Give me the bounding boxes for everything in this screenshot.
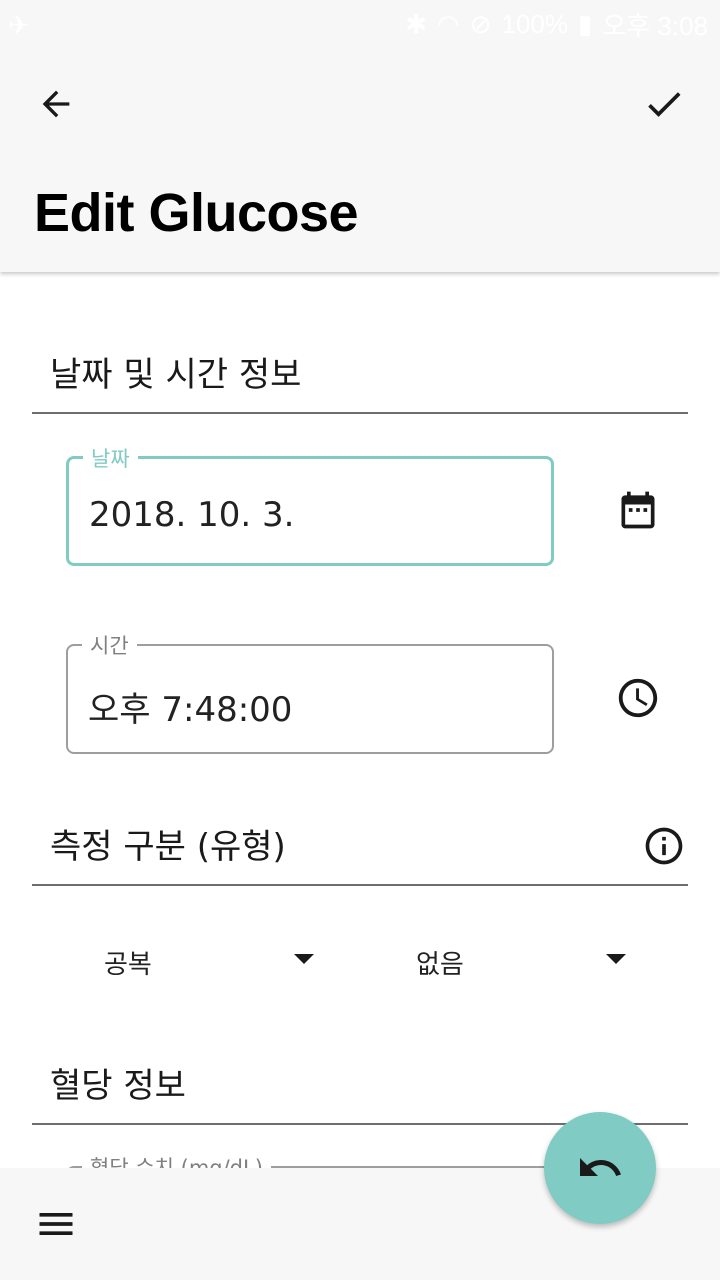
bluetooth-icon: ✱ bbox=[405, 8, 428, 39]
meal-state-selected: 공복 bbox=[104, 950, 152, 980]
clock-icon bbox=[618, 678, 658, 718]
time-field[interactable]: 시간 오후 7:48:00 bbox=[66, 630, 554, 754]
battery-text: 100% bbox=[501, 8, 569, 39]
undo-fab[interactable] bbox=[544, 1112, 656, 1224]
save-button[interactable] bbox=[632, 72, 696, 136]
back-button[interactable] bbox=[24, 72, 88, 136]
time-field-label: 시간 bbox=[82, 630, 137, 660]
section-datetime-label: 날짜 및 시간 정보 bbox=[50, 355, 302, 395]
info-icon bbox=[645, 827, 683, 865]
section-measurement: 측정 구분 (유형) bbox=[32, 802, 688, 886]
extra-selected: 없음 bbox=[416, 950, 464, 980]
menu-button[interactable] bbox=[24, 1192, 88, 1256]
dropdown-arrow-icon bbox=[606, 954, 626, 964]
section-datetime: 날짜 및 시간 정보 bbox=[32, 330, 688, 414]
do-not-disturb-icon: ⊘ bbox=[469, 8, 492, 39]
status-clock: 오후 3:08 bbox=[602, 10, 708, 41]
date-field[interactable]: 날짜 2018. 10. 3. bbox=[66, 443, 554, 566]
time-picker-button[interactable] bbox=[606, 666, 670, 730]
app-bar: ✈ ✱ ◠ ⊘ 100% ▮ 오후 3:08 Edit Glucose bbox=[0, 0, 720, 272]
notification-icon: ✈ bbox=[8, 10, 30, 40]
status-bar: ✈ ✱ ◠ ⊘ 100% ▮ 오후 3:08 bbox=[0, 0, 720, 48]
undo-icon bbox=[580, 1158, 621, 1176]
battery-icon: ▮ bbox=[578, 8, 593, 39]
date-field-value: 2018. 10. 3. bbox=[89, 495, 295, 535]
menu-icon bbox=[39, 1213, 73, 1235]
info-button[interactable] bbox=[632, 814, 696, 878]
section-measurement-label: 측정 구분 (유형) bbox=[50, 827, 286, 867]
date-picker-button[interactable] bbox=[606, 478, 670, 542]
extra-dropdown[interactable]: 없음 bbox=[416, 930, 626, 990]
arrow-left-icon bbox=[42, 90, 70, 118]
dropdown-arrow-icon bbox=[294, 954, 314, 964]
page-title: Edit Glucose bbox=[34, 183, 359, 243]
meal-state-dropdown[interactable]: 공복 bbox=[104, 930, 314, 990]
section-glucose-label: 혈당 정보 bbox=[50, 1066, 186, 1106]
wifi-icon: ◠ bbox=[437, 8, 460, 39]
calendar-icon bbox=[621, 491, 655, 529]
date-field-label: 날짜 bbox=[83, 443, 138, 473]
check-icon bbox=[648, 92, 681, 117]
time-field-value: 오후 7:48:00 bbox=[88, 690, 293, 730]
